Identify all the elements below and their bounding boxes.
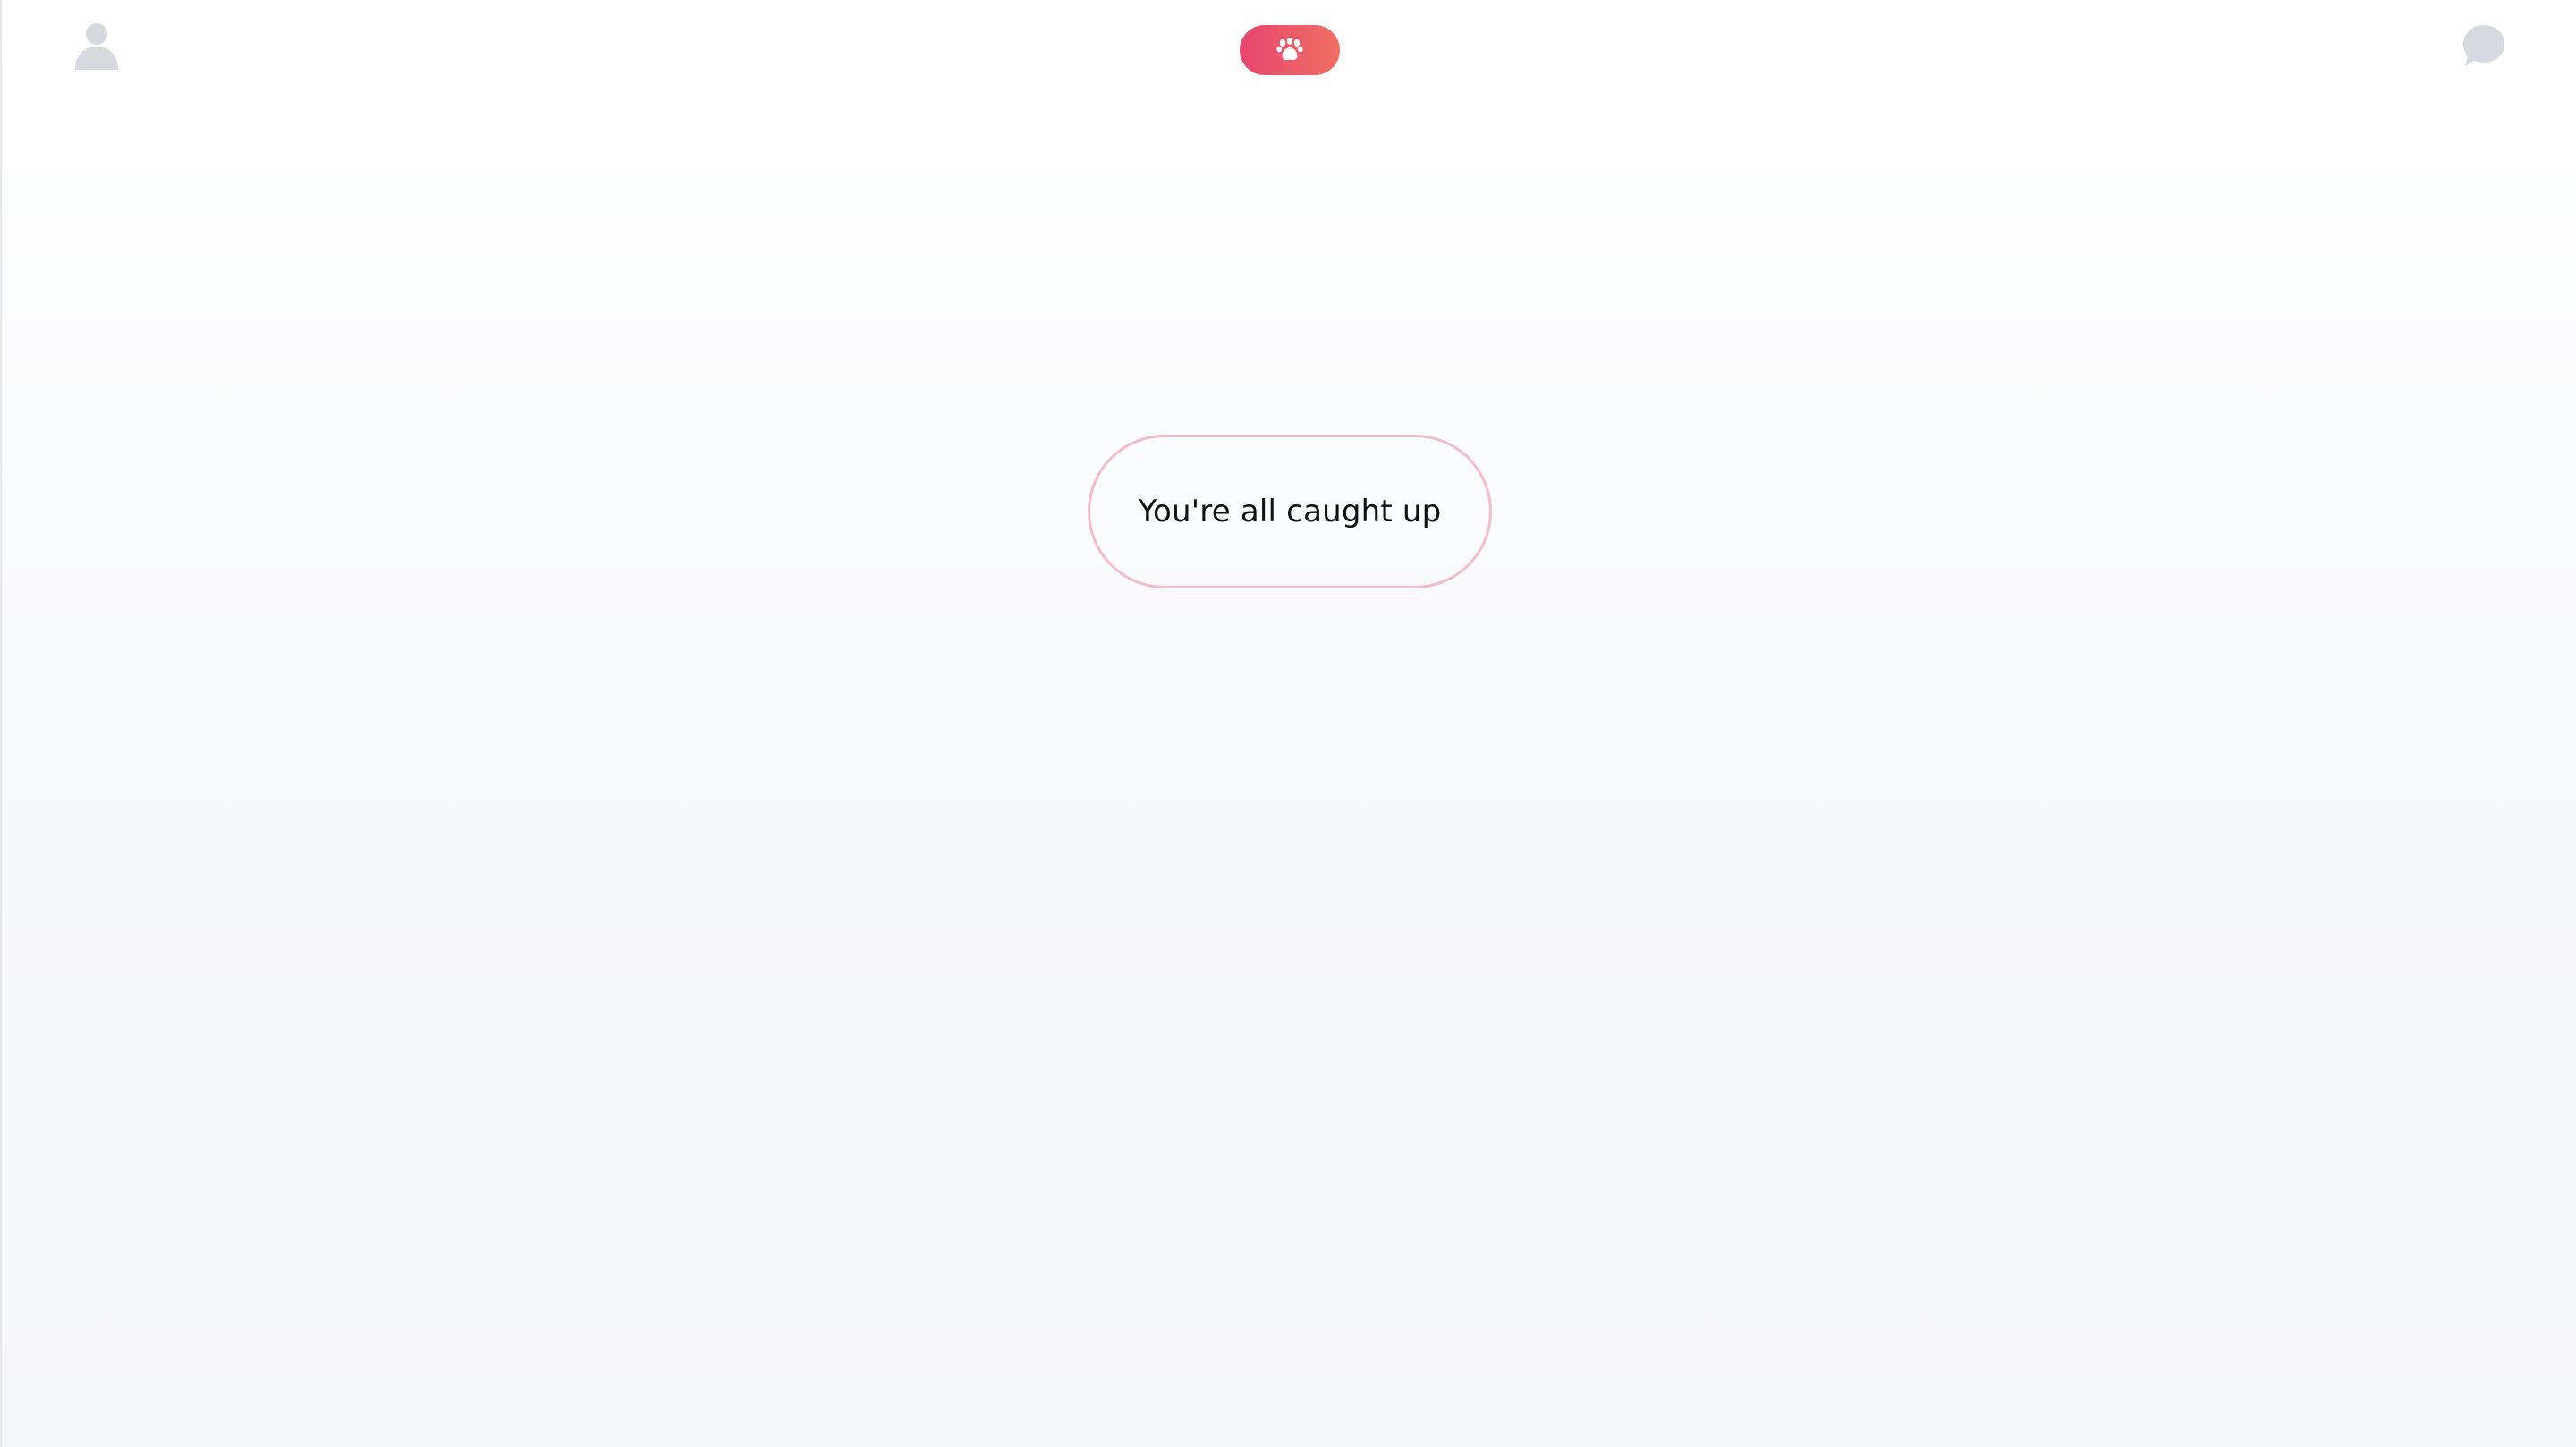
caught-up-message: You're all caught up <box>1088 435 1492 588</box>
user-icon <box>75 23 118 70</box>
profile-button[interactable] <box>70 20 123 73</box>
home-logo-button[interactable] <box>1240 25 1340 75</box>
status-message-text: You're all caught up <box>1138 494 1442 529</box>
messages-button[interactable] <box>2456 18 2512 73</box>
chat-bubble-icon <box>2463 25 2504 66</box>
app-window: You're all caught up <box>0 0 2576 1447</box>
paw-icon <box>1276 38 1303 61</box>
